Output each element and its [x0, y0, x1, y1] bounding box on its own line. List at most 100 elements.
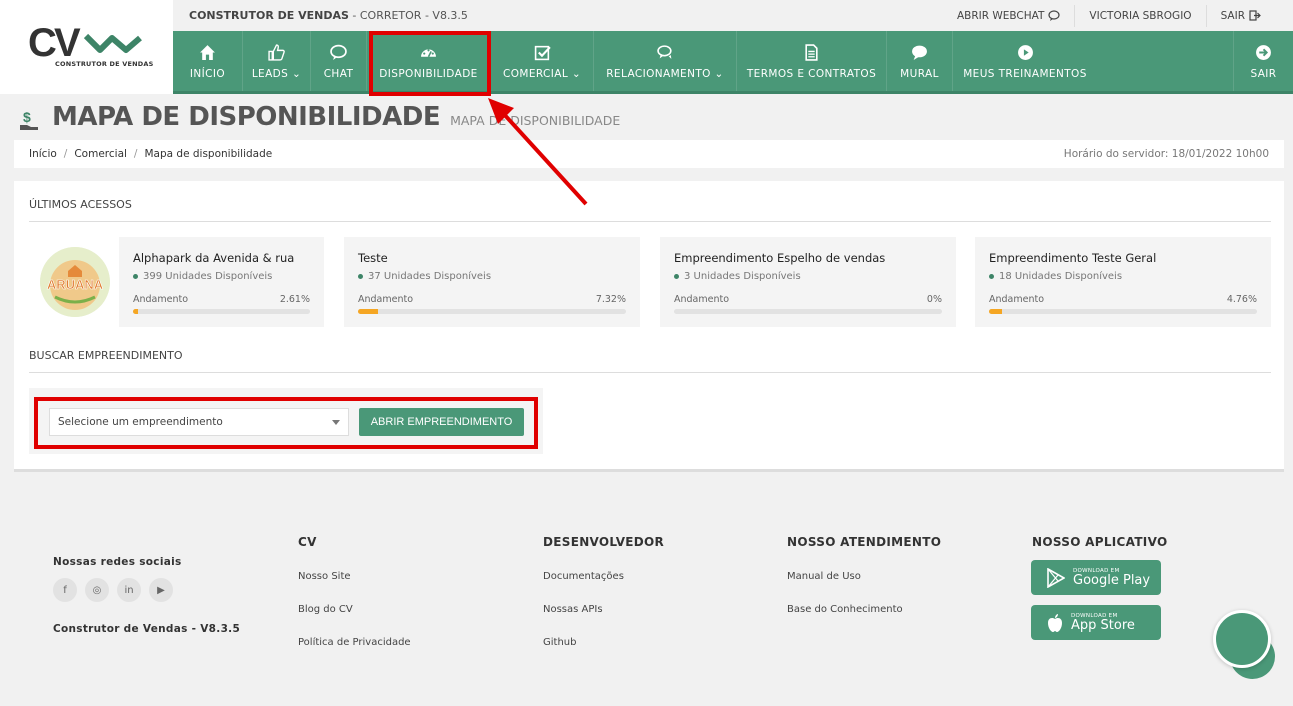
recent-project-card[interactable]: Alphapark da Avenida & rua 399 Unidades … — [119, 237, 324, 327]
breadcrumb-current: Mapa de disponibilidade — [144, 148, 273, 160]
webchat-link[interactable]: ABRIR WEBCHAT — [943, 5, 1074, 27]
logo-area[interactable]: C V CONSTRUTOR DE VENDAS — [0, 0, 173, 94]
nav-termos[interactable]: TERMOS E CONTRATOS — [737, 31, 887, 91]
card-progress-label: Andamento — [358, 294, 414, 305]
section-buscar: BUSCAR EMPREENDIMENTO — [29, 349, 183, 362]
system-title: CONSTRUTOR DE VENDAS - CORRETOR - V8.3.5 — [189, 9, 468, 22]
google-play-button[interactable]: DOWNLOAD EM Google Play — [1031, 560, 1161, 595]
nav-mural-label: MURAL — [900, 68, 939, 80]
red-arrow-icon — [488, 98, 588, 206]
progress-fill — [989, 309, 1002, 314]
footer-dev-title: DESENVOLVEDOR — [543, 535, 665, 549]
logout-icon — [1249, 10, 1261, 21]
comments-icon — [656, 44, 672, 59]
social-icons: f ◎ in ▶ — [53, 578, 173, 602]
nav-inicio-label: INÍCIO — [189, 68, 226, 80]
apple-big: App Store — [1071, 618, 1135, 633]
nav-comercial[interactable]: COMERCIAL ⌄ — [491, 31, 594, 91]
card-name: Empreendimento Teste Geral — [989, 251, 1157, 265]
breadcrumb: Início / Comercial / Mapa de disponibilidade… — [14, 140, 1284, 168]
footer-atendimento: NOSSO ATENDIMENTO Manual de Uso Base do … — [787, 535, 941, 615]
aruana-logo-icon: ARUANA — [40, 247, 110, 317]
recent-project-card[interactable]: Empreendimento Teste Geral 18 Unidades D… — [975, 237, 1271, 327]
card-progress-label: Andamento — [989, 294, 1045, 305]
nav-mural[interactable]: MURAL — [887, 31, 953, 91]
home-icon — [200, 44, 215, 60]
logo-subtitle: CONSTRUTOR DE VENDAS — [55, 60, 154, 68]
chat-bubble-icon — [1048, 10, 1061, 21]
thumbs-up-icon — [268, 43, 285, 61]
page-title: MAPA DE DISPONIBILIDADE — [52, 102, 441, 132]
system-version: - CORRETOR - V8.3.5 — [352, 9, 468, 22]
footer-brand-version: Construtor de Vendas - V8.3.5 — [53, 623, 241, 635]
footer-link[interactable]: Política de Privacidade — [298, 637, 411, 648]
divider — [29, 221, 1271, 222]
nav-inicio[interactable]: INÍCIO — [173, 31, 243, 91]
status-dot-icon — [674, 274, 679, 279]
highlight-box-nav — [369, 31, 491, 96]
nav-treinamentos[interactable]: MEUS TREINAMENTOS — [953, 31, 1097, 91]
youtube-icon[interactable]: ▶ — [149, 578, 173, 602]
facebook-icon[interactable]: f — [53, 578, 77, 602]
system-name: CONSTRUTOR DE VENDAS — [189, 9, 349, 22]
svg-text:V: V — [54, 21, 81, 65]
google-big: Google Play — [1073, 573, 1151, 588]
play-circle-icon — [1017, 44, 1033, 60]
breadcrumb-comercial[interactable]: Comercial — [74, 148, 127, 160]
card-name: Teste — [358, 251, 388, 265]
highlight-box-search — [34, 397, 538, 449]
nav-leads[interactable]: LEADS ⌄ — [243, 31, 311, 91]
footer-link[interactable]: Manual de Uso — [787, 571, 941, 582]
footer-dev: DESENVOLVEDOR Documentações Nossas APIs … — [543, 535, 664, 648]
card-percent: 7.32% — [595, 294, 626, 305]
svg-text:C: C — [28, 21, 57, 65]
card-units: 3 Unidades Disponíveis — [684, 271, 801, 282]
card-progress-label: Andamento — [133, 294, 189, 305]
nav-termos-label: TERMOS E CONTRATOS — [746, 68, 877, 80]
footer-app-title: NOSSO APLICATIVO — [1032, 535, 1168, 549]
progress-bar — [133, 309, 310, 314]
logout-label: SAIR — [1220, 9, 1245, 22]
social-title: Nossas redes sociais — [53, 556, 182, 568]
breadcrumb-inicio[interactable]: Início — [29, 148, 57, 160]
server-time: Horário do servidor: 18/01/2022 10h00 — [1063, 148, 1269, 160]
recent-project-card[interactable]: Teste 37 Unidades Disponíveis Andamento 7… — [344, 237, 640, 327]
nav-sair[interactable]: SAIR — [1233, 31, 1293, 91]
footer-link[interactable]: Base do Conhecimento — [787, 604, 941, 615]
app-store-button[interactable]: DOWNLOAD EM App Store — [1031, 605, 1161, 640]
document-icon — [805, 43, 818, 61]
top-right-menu: ABRIR WEBCHAT VICTORIA SBROGIO SAIR — [943, 0, 1275, 31]
nav-leads-label: LEADS ⌄ — [251, 68, 302, 80]
chat-widget-button[interactable] — [1213, 610, 1271, 668]
card-units: 37 Unidades Disponíveis — [368, 271, 492, 282]
footer-link[interactable]: Nossas APIs — [543, 604, 664, 615]
card-units: 18 Unidades Disponíveis — [999, 271, 1123, 282]
linkedin-icon[interactable]: in — [117, 578, 141, 602]
card-progress-label: Andamento — [674, 294, 730, 305]
speech-bubble-icon — [912, 45, 927, 60]
progress-fill — [358, 309, 378, 314]
checkbox-icon — [534, 45, 551, 60]
footer-link[interactable]: Github — [543, 637, 664, 648]
footer-link[interactable]: Documentações — [543, 571, 664, 582]
project-avatar[interactable]: ARUANA — [40, 247, 110, 317]
recent-project-card[interactable]: Empreendimento Espelho de vendas 3 Unida… — [660, 237, 956, 327]
status-dot-icon — [133, 274, 138, 279]
card-name: Empreendimento Espelho de vendas — [674, 251, 886, 265]
card-percent: 4.76% — [1226, 294, 1257, 305]
footer-link[interactable]: Nosso Site — [298, 571, 411, 582]
money-hand-icon: $ — [20, 109, 38, 130]
nav-comercial-label: COMERCIAL ⌄ — [502, 68, 582, 80]
instagram-icon[interactable]: ◎ — [85, 578, 109, 602]
status-dot-icon — [358, 274, 363, 279]
footer-app: NOSSO APLICATIVO — [1032, 535, 1167, 549]
nav-chat[interactable]: CHAT — [311, 31, 367, 91]
user-menu[interactable]: VICTORIA SBROGIO — [1074, 4, 1205, 27]
avatar-text: ARUANA — [47, 277, 104, 292]
nav-relacionamento[interactable]: RELACIONAMENTO ⌄ — [594, 31, 737, 91]
card-percent: 0% — [926, 294, 942, 305]
section-ultimos-acessos: ÚLTIMOS ACESSOS — [29, 198, 132, 211]
user-name: VICTORIA SBROGIO — [1089, 9, 1192, 22]
footer-link[interactable]: Blog do CV — [298, 604, 411, 615]
logout-link[interactable]: SAIR — [1205, 4, 1275, 27]
